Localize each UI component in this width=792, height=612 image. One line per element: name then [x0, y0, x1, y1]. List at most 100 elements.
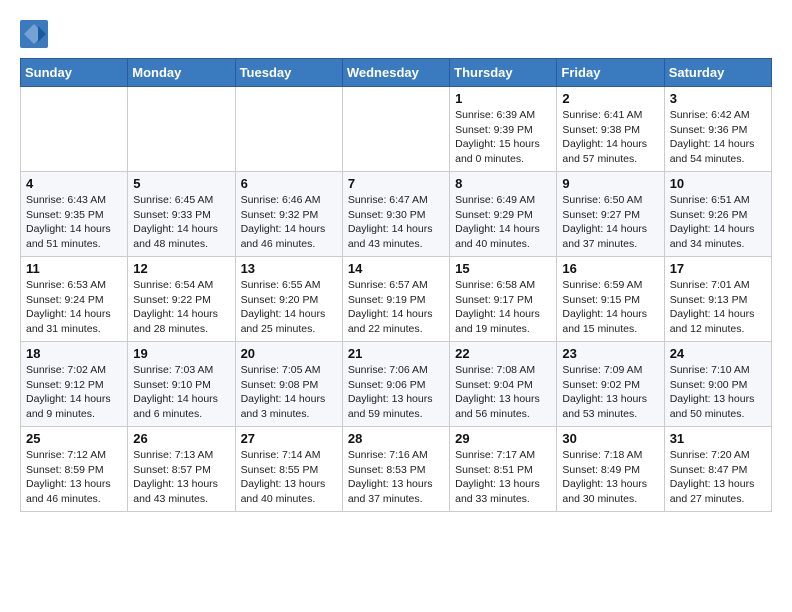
day-info: Sunrise: 7:02 AM Sunset: 9:12 PM Dayligh…	[26, 363, 122, 422]
day-number: 31	[670, 431, 766, 446]
day-info: Sunrise: 6:39 AM Sunset: 9:39 PM Dayligh…	[455, 108, 551, 167]
day-of-week-header: Friday	[557, 59, 664, 87]
day-number: 18	[26, 346, 122, 361]
day-number: 16	[562, 261, 658, 276]
day-number: 17	[670, 261, 766, 276]
day-number: 1	[455, 91, 551, 106]
calendar-cell	[128, 87, 235, 172]
day-number: 30	[562, 431, 658, 446]
day-of-week-header: Sunday	[21, 59, 128, 87]
day-info: Sunrise: 7:08 AM Sunset: 9:04 PM Dayligh…	[455, 363, 551, 422]
day-info: Sunrise: 7:16 AM Sunset: 8:53 PM Dayligh…	[348, 448, 444, 507]
day-number: 14	[348, 261, 444, 276]
day-number: 10	[670, 176, 766, 191]
calendar-cell: 31Sunrise: 7:20 AM Sunset: 8:47 PM Dayli…	[664, 427, 771, 512]
day-number: 21	[348, 346, 444, 361]
calendar-cell: 23 Sunrise: 7:09 AM Sunset: 9:02 PM Dayli…	[557, 342, 664, 427]
calendar-cell: 30 Sunrise: 7:18 AM Sunset: 8:49 PM Dayli…	[557, 427, 664, 512]
day-info: Sunrise: 6:54 AM Sunset: 9:22 PM Dayligh…	[133, 278, 229, 337]
calendar-cell: 11 Sunrise: 6:53 AM Sunset: 9:24 PM Dayli…	[21, 257, 128, 342]
day-info: Sunrise: 7:06 AM Sunset: 9:06 PM Dayligh…	[348, 363, 444, 422]
calendar-week-row: 4Sunrise: 6:43 AM Sunset: 9:35 PM Daylig…	[21, 172, 772, 257]
day-number: 6	[241, 176, 337, 191]
calendar-cell: 19 Sunrise: 7:03 AM Sunset: 9:10 PM Dayli…	[128, 342, 235, 427]
day-of-week-row: SundayMondayTuesdayWednesdayThursdayFrid…	[21, 59, 772, 87]
day-info: Sunrise: 6:49 AM Sunset: 9:29 PM Dayligh…	[455, 193, 551, 252]
day-number: 11	[26, 261, 122, 276]
day-number: 23	[562, 346, 658, 361]
day-number: 5	[133, 176, 229, 191]
day-number: 25	[26, 431, 122, 446]
calendar-cell: 5Sunrise: 6:45 AM Sunset: 9:33 PM Daylig…	[128, 172, 235, 257]
calendar-cell: 6 Sunrise: 6:46 AM Sunset: 9:32 PM Daylig…	[235, 172, 342, 257]
day-info: Sunrise: 7:17 AM Sunset: 8:51 PM Dayligh…	[455, 448, 551, 507]
day-info: Sunrise: 7:13 AM Sunset: 8:57 PM Dayligh…	[133, 448, 229, 507]
calendar-body: 1 Sunrise: 6:39 AM Sunset: 9:39 PM Daylig…	[21, 87, 772, 512]
logo-icon	[20, 20, 48, 48]
calendar-cell: 7 Sunrise: 6:47 AM Sunset: 9:30 PM Daylig…	[342, 172, 449, 257]
day-of-week-header: Thursday	[450, 59, 557, 87]
day-info: Sunrise: 6:59 AM Sunset: 9:15 PM Dayligh…	[562, 278, 658, 337]
day-number: 19	[133, 346, 229, 361]
day-number: 27	[241, 431, 337, 446]
day-info: Sunrise: 6:42 AM Sunset: 9:36 PM Dayligh…	[670, 108, 766, 167]
logo	[20, 20, 50, 48]
calendar-week-row: 18 Sunrise: 7:02 AM Sunset: 9:12 PM Dayli…	[21, 342, 772, 427]
day-info: Sunrise: 6:41 AM Sunset: 9:38 PM Dayligh…	[562, 108, 658, 167]
day-number: 8	[455, 176, 551, 191]
calendar-cell: 21 Sunrise: 7:06 AM Sunset: 9:06 PM Dayli…	[342, 342, 449, 427]
calendar-cell: 26 Sunrise: 7:13 AM Sunset: 8:57 PM Dayli…	[128, 427, 235, 512]
day-number: 26	[133, 431, 229, 446]
day-number: 7	[348, 176, 444, 191]
day-of-week-header: Wednesday	[342, 59, 449, 87]
day-of-week-header: Saturday	[664, 59, 771, 87]
day-number: 4	[26, 176, 122, 191]
calendar-cell: 4Sunrise: 6:43 AM Sunset: 9:35 PM Daylig…	[21, 172, 128, 257]
calendar-cell: 29 Sunrise: 7:17 AM Sunset: 8:51 PM Dayli…	[450, 427, 557, 512]
day-info: Sunrise: 7:01 AM Sunset: 9:13 PM Dayligh…	[670, 278, 766, 337]
day-info: Sunrise: 7:12 AM Sunset: 8:59 PM Dayligh…	[26, 448, 122, 507]
calendar-cell: 14Sunrise: 6:57 AM Sunset: 9:19 PM Dayli…	[342, 257, 449, 342]
calendar-cell: 28Sunrise: 7:16 AM Sunset: 8:53 PM Dayli…	[342, 427, 449, 512]
day-info: Sunrise: 6:50 AM Sunset: 9:27 PM Dayligh…	[562, 193, 658, 252]
day-info: Sunrise: 7:10 AM Sunset: 9:00 PM Dayligh…	[670, 363, 766, 422]
day-number: 29	[455, 431, 551, 446]
day-info: Sunrise: 6:46 AM Sunset: 9:32 PM Dayligh…	[241, 193, 337, 252]
day-number: 9	[562, 176, 658, 191]
calendar-cell: 27 Sunrise: 7:14 AM Sunset: 8:55 PM Dayli…	[235, 427, 342, 512]
day-number: 2	[562, 91, 658, 106]
calendar-week-row: 11 Sunrise: 6:53 AM Sunset: 9:24 PM Dayli…	[21, 257, 772, 342]
day-of-week-header: Tuesday	[235, 59, 342, 87]
calendar-cell: 18 Sunrise: 7:02 AM Sunset: 9:12 PM Dayli…	[21, 342, 128, 427]
calendar-cell: 3 Sunrise: 6:42 AM Sunset: 9:36 PM Daylig…	[664, 87, 771, 172]
calendar-cell: 22 Sunrise: 7:08 AM Sunset: 9:04 PM Dayli…	[450, 342, 557, 427]
day-number: 24	[670, 346, 766, 361]
calendar-cell: 2 Sunrise: 6:41 AM Sunset: 9:38 PM Daylig…	[557, 87, 664, 172]
calendar-cell	[21, 87, 128, 172]
calendar-cell: 8 Sunrise: 6:49 AM Sunset: 9:29 PM Daylig…	[450, 172, 557, 257]
calendar-cell: 12 Sunrise: 6:54 AM Sunset: 9:22 PM Dayli…	[128, 257, 235, 342]
day-number: 22	[455, 346, 551, 361]
day-info: Sunrise: 6:58 AM Sunset: 9:17 PM Dayligh…	[455, 278, 551, 337]
day-info: Sunrise: 6:53 AM Sunset: 9:24 PM Dayligh…	[26, 278, 122, 337]
calendar-cell	[342, 87, 449, 172]
day-of-week-header: Monday	[128, 59, 235, 87]
calendar-cell: 16 Sunrise: 6:59 AM Sunset: 9:15 PM Dayli…	[557, 257, 664, 342]
day-number: 15	[455, 261, 551, 276]
calendar-cell	[235, 87, 342, 172]
calendar-cell: 9 Sunrise: 6:50 AM Sunset: 9:27 PM Daylig…	[557, 172, 664, 257]
day-number: 12	[133, 261, 229, 276]
calendar-week-row: 1 Sunrise: 6:39 AM Sunset: 9:39 PM Daylig…	[21, 87, 772, 172]
calendar-cell: 17 Sunrise: 7:01 AM Sunset: 9:13 PM Dayli…	[664, 257, 771, 342]
day-info: Sunrise: 7:03 AM Sunset: 9:10 PM Dayligh…	[133, 363, 229, 422]
calendar-cell: 24 Sunrise: 7:10 AM Sunset: 9:00 PM Dayli…	[664, 342, 771, 427]
calendar-cell: 25 Sunrise: 7:12 AM Sunset: 8:59 PM Dayli…	[21, 427, 128, 512]
day-info: Sunrise: 6:47 AM Sunset: 9:30 PM Dayligh…	[348, 193, 444, 252]
calendar-cell: 10Sunrise: 6:51 AM Sunset: 9:26 PM Dayli…	[664, 172, 771, 257]
day-number: 3	[670, 91, 766, 106]
day-info: Sunrise: 7:18 AM Sunset: 8:49 PM Dayligh…	[562, 448, 658, 507]
day-info: Sunrise: 7:14 AM Sunset: 8:55 PM Dayligh…	[241, 448, 337, 507]
calendar-cell: 15 Sunrise: 6:58 AM Sunset: 9:17 PM Dayli…	[450, 257, 557, 342]
calendar-week-row: 25 Sunrise: 7:12 AM Sunset: 8:59 PM Dayli…	[21, 427, 772, 512]
day-info: Sunrise: 7:09 AM Sunset: 9:02 PM Dayligh…	[562, 363, 658, 422]
